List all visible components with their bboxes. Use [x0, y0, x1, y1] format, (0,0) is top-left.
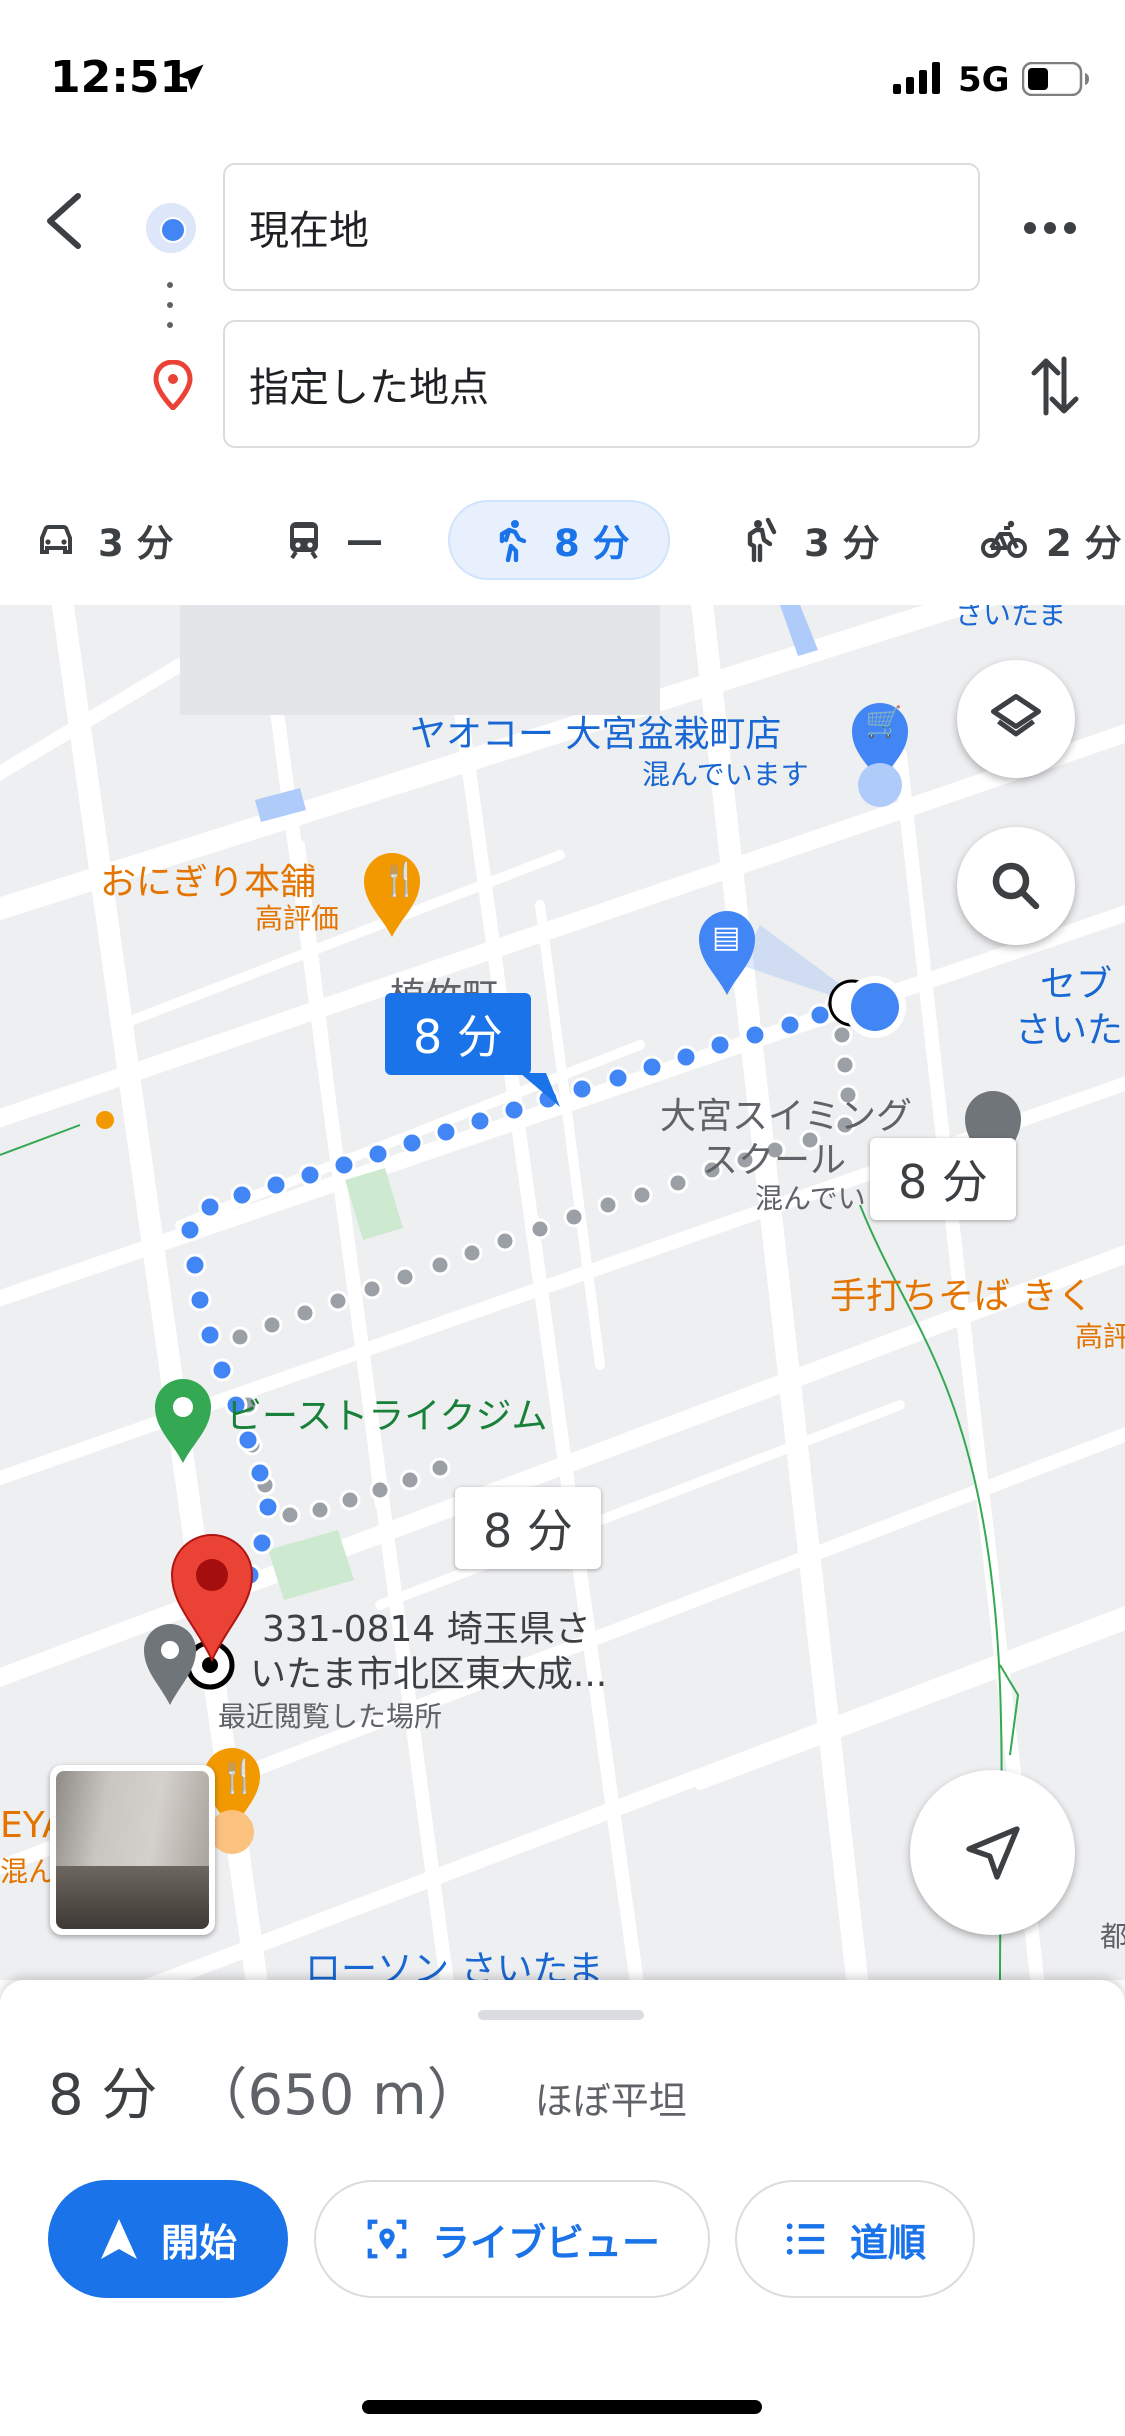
- search-icon: [992, 862, 1040, 910]
- status-bar: 12:51 5G: [0, 0, 1125, 150]
- street-view-thumbnail[interactable]: [50, 1765, 215, 1935]
- map-label-soba-sub: 高評: [1075, 1320, 1125, 1353]
- destination-pin-icon: [153, 360, 193, 410]
- route-distance: （650 m）: [191, 2063, 483, 2128]
- navigation-arrow-icon: [965, 1825, 1020, 1880]
- map-view[interactable]: ヤオコー 大宮盆栽町店 混んでいます おにぎり本舗 高評価 植竹町 大宮スイミン…: [0, 605, 1125, 1980]
- location-arrow-icon: [176, 64, 204, 90]
- home-indicator[interactable]: [362, 2400, 762, 2414]
- steps-button[interactable]: 道順: [735, 2180, 975, 2298]
- steps-label: 道順: [849, 2220, 926, 2265]
- destination-field[interactable]: 指定した地点: [223, 320, 980, 448]
- sheet-drag-handle[interactable]: [478, 2010, 644, 2020]
- route-time-chip-main[interactable]: 8 分: [385, 993, 531, 1075]
- live-view-label: ライブビュー: [431, 2220, 660, 2265]
- car-icon: [40, 525, 72, 554]
- map-label-address-sub: 最近閲覧した場所: [218, 1700, 443, 1733]
- battery-icon: [1022, 62, 1089, 96]
- transit-icon: [290, 522, 318, 560]
- tab-ride-hail[interactable]: 3 分: [738, 500, 880, 580]
- start-button[interactable]: 開始: [48, 2180, 288, 2298]
- map-label-seven-2: さいた: [1015, 1010, 1124, 1051]
- map-label-onigiri-sub: 高評価: [255, 902, 340, 935]
- map-label-address-2: いたま市北区東大成...: [250, 1654, 608, 1695]
- status-time: 12:51: [50, 52, 191, 103]
- start-button-label: 開始: [160, 2220, 237, 2265]
- origin-text: 現在地: [249, 208, 369, 254]
- list-icon: [786, 2223, 825, 2255]
- map-label-yaoko-sub: 混んでいます: [642, 758, 809, 791]
- tab-car-label: 3 分: [98, 522, 174, 565]
- destination-text: 指定した地点: [249, 365, 489, 411]
- live-view-icon: [367, 2219, 407, 2259]
- origin-field[interactable]: 現在地: [223, 163, 980, 291]
- more-options-icon[interactable]: [1020, 212, 1080, 244]
- route-summary: 8 分 （650 m） ほぼ平坦: [48, 2050, 687, 2131]
- live-view-button[interactable]: ライブビュー: [314, 2180, 710, 2298]
- route-time-chip-alt-1[interactable]: 8 分: [870, 1138, 1016, 1220]
- origin-location-icon: [146, 203, 196, 253]
- signal-icon: [893, 62, 940, 94]
- route-time-main: 8 分: [413, 1010, 503, 1064]
- layers-button[interactable]: [957, 660, 1075, 778]
- network-type: 5G: [958, 60, 1010, 100]
- tab-bike[interactable]: 2 分: [980, 500, 1122, 580]
- search-button[interactable]: [957, 827, 1075, 945]
- restaurant-icon: 🍴: [380, 860, 420, 898]
- route-bottom-sheet: 8 分 （650 m） ほぼ平坦 開始 ライブビュー 道順: [0, 1980, 1125, 2436]
- map-label-swim-2: スクール: [702, 1140, 847, 1181]
- map-label-yaoko: ヤオコー 大宮盆栽町店: [410, 714, 782, 755]
- map-label-beast: ビーストライクジム: [226, 1396, 548, 1437]
- tab-transit[interactable]: —: [280, 500, 383, 580]
- my-location-button[interactable]: [910, 1770, 1075, 1935]
- route-connector-dots: [167, 282, 175, 332]
- swap-icon[interactable]: [1030, 355, 1080, 417]
- street-view-image: [56, 1771, 209, 1929]
- tab-walk[interactable]: 8 分: [448, 500, 670, 580]
- back-arrow-icon[interactable]: [38, 186, 98, 256]
- restaurant-icon-2: 🍴: [218, 1757, 258, 1795]
- route-duration: 8 分: [48, 2063, 158, 2128]
- map-label-seven-1: セブ: [1040, 964, 1113, 1005]
- store-icon: ▤: [712, 920, 741, 955]
- ride-hail-icon: [747, 517, 777, 563]
- route-terrain: ほぼ平坦: [534, 2079, 687, 2123]
- tab-transit-label: —: [346, 518, 383, 562]
- route-time-alt-1: 8 分: [898, 1155, 988, 1209]
- walk-icon: [499, 520, 527, 563]
- bike-icon: [981, 520, 1027, 558]
- map-label-left-cut-2: 混ん: [0, 1855, 57, 1888]
- tab-bike-label: 2 分: [1046, 522, 1122, 565]
- map-label-right-cut: 都: [1100, 1920, 1125, 1953]
- tab-walk-label: 8 分: [554, 522, 630, 565]
- route-time-chip-alt-2[interactable]: 8 分: [455, 1487, 601, 1569]
- travel-mode-tabs: 3 分 — 8 分 3 分 2 分: [0, 490, 1125, 590]
- map-label-lawson: ローソン さいたま: [305, 1949, 604, 1980]
- map-label-soba: 手打ちそば きく: [830, 1276, 1094, 1317]
- tab-car[interactable]: 3 分: [32, 500, 174, 580]
- navigation-start-icon: [100, 2219, 137, 2259]
- layers-icon: [991, 694, 1041, 737]
- route-time-alt-2: 8 分: [483, 1504, 573, 1558]
- tab-ride-hail-label: 3 分: [804, 522, 880, 565]
- shopping-cart-icon: 🛒: [865, 705, 903, 740]
- map-label-top-cut: さいたま: [955, 605, 1067, 631]
- route-chip-pointer: [520, 1073, 560, 1107]
